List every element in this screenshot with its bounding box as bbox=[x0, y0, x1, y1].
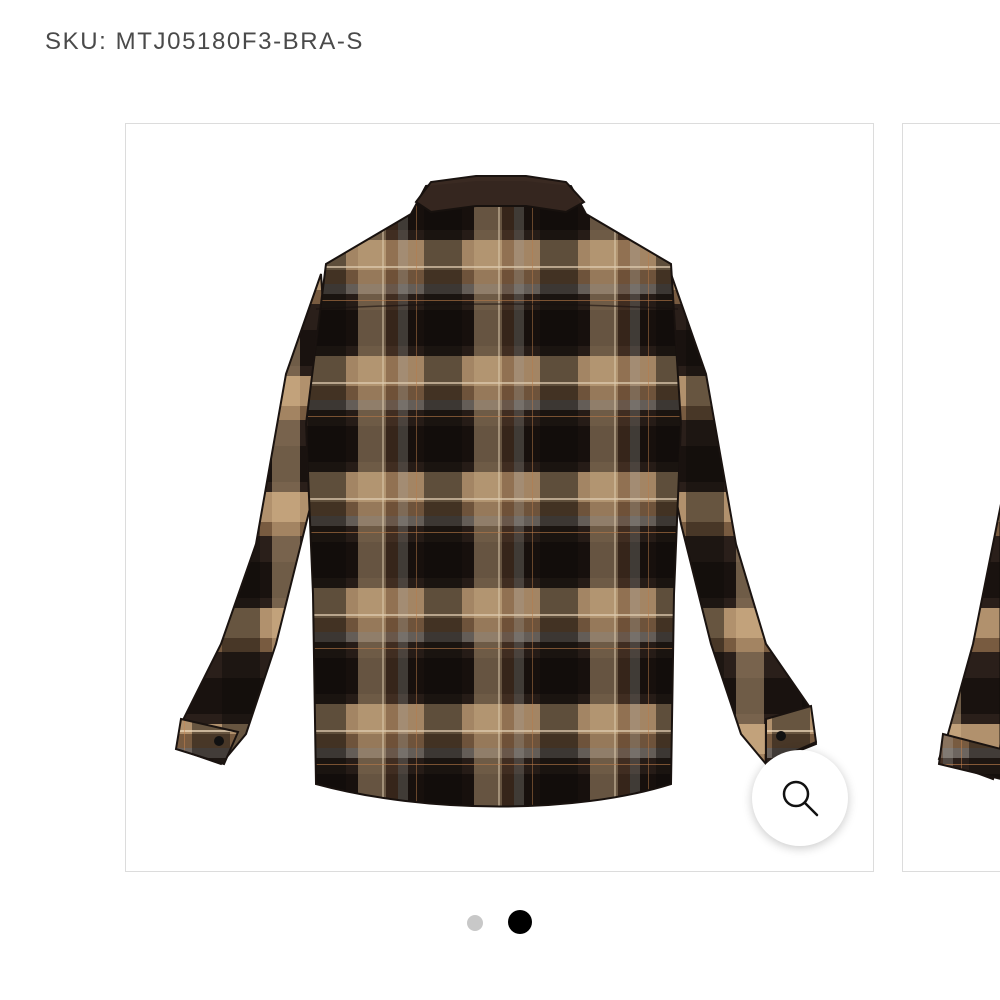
product-image-slide-next[interactable] bbox=[902, 123, 1000, 872]
pagination-dot-1[interactable] bbox=[467, 915, 483, 931]
product-image bbox=[174, 175, 818, 808]
carousel-pagination bbox=[0, 910, 1000, 934]
zoom-button[interactable] bbox=[752, 750, 848, 846]
product-image bbox=[937, 503, 1000, 781]
pagination-dot-2-active[interactable] bbox=[508, 910, 532, 934]
product-image-carousel[interactable] bbox=[0, 0, 1000, 1000]
product-image-slide[interactable] bbox=[125, 123, 874, 872]
magnifier-icon bbox=[782, 780, 819, 817]
